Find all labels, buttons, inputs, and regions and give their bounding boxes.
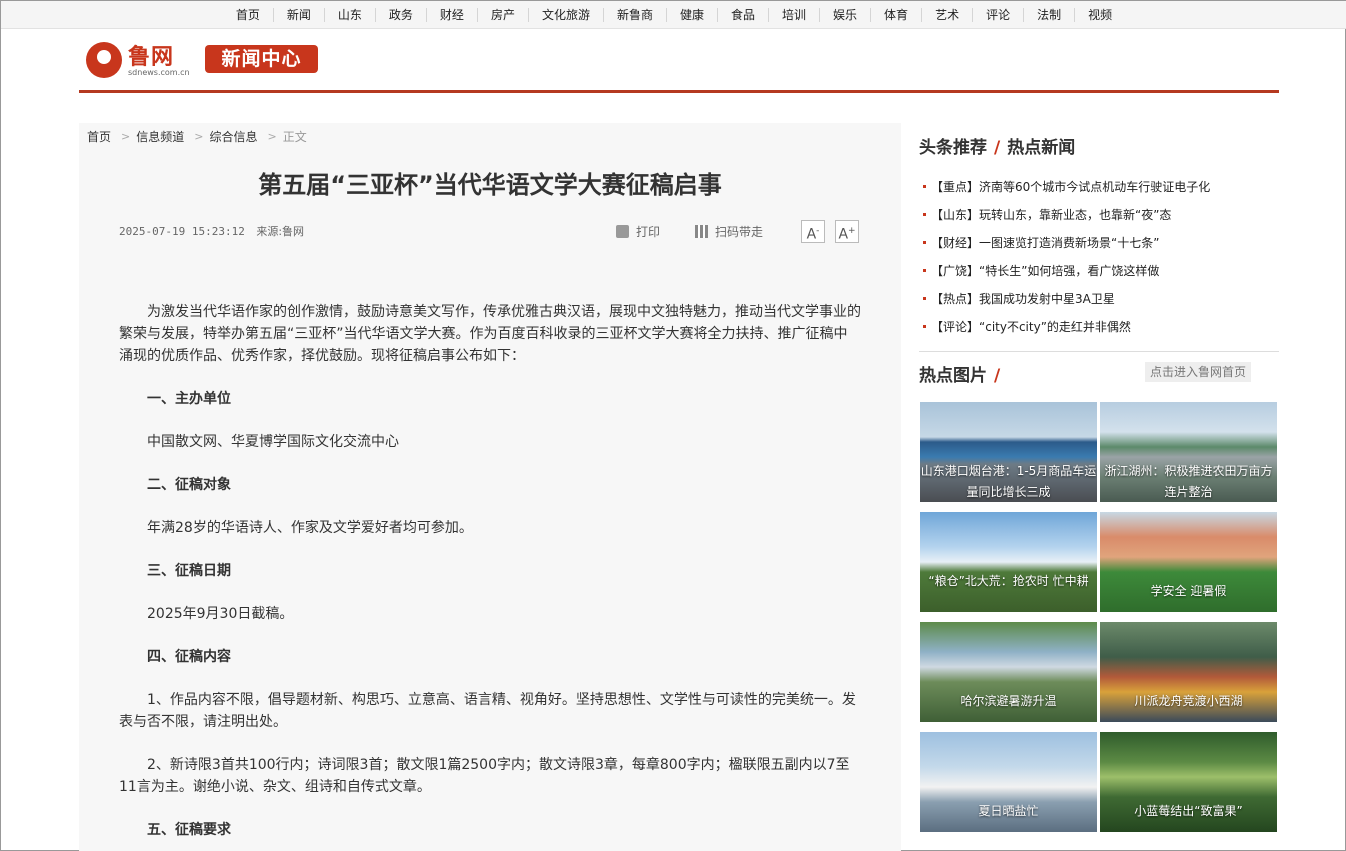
font-smaller-button[interactable]: A- — [801, 220, 825, 243]
article-source: 来源:鲁网 — [256, 225, 305, 238]
sidebar-divider — [919, 351, 1279, 352]
title-slash: / — [994, 138, 1001, 158]
article-body: 为激发当代华语作家的创作激情，鼓励诗意美文写作，传承优雅古典汉语，展现中文独特魅… — [119, 301, 861, 851]
hot-pics-label: 热点图片 — [919, 366, 987, 386]
article-paragraph: 2、新诗限3首共100行内；诗词限3首；散文限1篇2500字内；散文诗限3章，每… — [119, 757, 850, 795]
sidebar-news-title: 头条推荐 / 热点新闻 — [919, 133, 1075, 158]
print-label: 打印 — [636, 225, 661, 239]
title-slash: / — [994, 366, 1001, 386]
nav-item-video[interactable]: 视频 — [1075, 8, 1125, 22]
hot-pic-card[interactable]: 小蓝莓结出“致富果” — [1100, 732, 1277, 832]
hot-pic-card[interactable]: 川派龙舟竞渡小西湖 — [1100, 622, 1277, 722]
font-smaller-label: A — [806, 226, 817, 243]
breadcrumb-chevron-icon: > — [267, 130, 277, 143]
nav-item-law[interactable]: 法制 — [1024, 8, 1076, 22]
hot-news-item[interactable]: 【重点】济南等60个城市今试点机动车行驶证电子化 — [919, 175, 1279, 203]
breadcrumb-home[interactable]: 首页 — [87, 128, 111, 145]
breadcrumb-chevron-icon: > — [194, 130, 204, 143]
article-paragraph: 年满28岁的华语诗人、作家及文学爱好者均可参加。 — [147, 520, 473, 536]
breadcrumb-chevron-icon: > — [121, 130, 131, 143]
qr-label: 扫码带走 — [715, 225, 764, 239]
breadcrumb-current: 正文 — [282, 130, 307, 144]
hot-pic-card[interactable]: 山东港口烟台港：1-5月商品车运量同比增长三成 — [920, 402, 1097, 502]
hot-pic-card[interactable]: “粮仓”北大荒：抢农时 忙中耕 — [920, 512, 1097, 612]
hot-pic-card[interactable]: 学安全 迎暑假 — [1100, 512, 1277, 612]
nav-item-business[interactable]: 新鲁商 — [604, 8, 667, 22]
nav-item-culture-travel[interactable]: 文化旅游 — [529, 8, 604, 22]
logo-domain: sdnews.com.cn — [128, 68, 190, 77]
article-meta: 2025-07-19 15:23:12 来源:鲁网 — [119, 223, 304, 239]
nav-item-home[interactable]: 首页 — [223, 8, 274, 22]
nav-item-food[interactable]: 食品 — [718, 8, 770, 22]
nav-item-shandong[interactable]: 山东 — [325, 8, 376, 22]
section-heading: 二、征稿对象 — [147, 477, 231, 493]
site-header: 鲁网 sdnews.com.cn 新闻中心 — [79, 37, 1279, 93]
hot-news-item[interactable]: 【山东】玩转山东，靠新业态，也靠新“夜”态 — [919, 203, 1279, 231]
nav-item-sports[interactable]: 体育 — [871, 8, 923, 22]
hot-news-item[interactable]: 【热点】我国成功发射中星3A卫星 — [919, 287, 1279, 315]
site-logo[interactable]: 鲁网 sdnews.com.cn — [86, 39, 196, 81]
hot-news-tab[interactable]: 热点新闻 — [1007, 138, 1075, 158]
article-paragraph: 1、作品内容不限，倡导题材新、构思巧、立意高、语言精、视角好。坚持思想性、文学性… — [119, 692, 856, 730]
nav-item-news[interactable]: 新闻 — [274, 8, 325, 22]
qr-share-button[interactable]: 扫码带走 — [695, 223, 763, 240]
nav-item-health[interactable]: 健康 — [667, 8, 718, 22]
nav-item-finance[interactable]: 财经 — [427, 8, 478, 22]
top-nav-list: 首页 新闻 山东 政务 财经 房产 文化旅游 新鲁商 健康 食品 培训 娱乐 体… — [1, 1, 1346, 29]
hot-news-list: 【重点】济南等60个城市今试点机动车行驶证电子化 【山东】玩转山东，靠新业态，也靠… — [919, 175, 1279, 343]
nav-item-government[interactable]: 政务 — [376, 8, 427, 22]
nav-item-entertainment[interactable]: 娱乐 — [820, 8, 872, 22]
hot-pic-caption: 哈尔滨避暑游升温 — [960, 694, 1057, 708]
hot-pic-caption: 川派龙舟竞渡小西湖 — [1134, 694, 1243, 708]
logo-name: 鲁网 — [128, 45, 175, 70]
section-heading: 四、征稿内容 — [147, 649, 231, 665]
article-paragraph: 为激发当代华语作家的创作激情，鼓励诗意美文写作，传承优雅古典汉语，展现中文独特魅… — [119, 304, 861, 364]
article-paragraph: 中国散文网、华夏博学国际文化交流中心 — [147, 434, 399, 450]
section-heading: 三、征稿日期 — [147, 563, 231, 579]
article-datetime: 2025-07-19 15:23:12 — [119, 225, 245, 238]
hot-news-item[interactable]: 【评论】“city不city”的走红并非偶然 — [919, 315, 1279, 343]
breadcrumb-section[interactable]: 综合信息 — [209, 128, 257, 145]
hot-pic-card[interactable]: 哈尔滨避暑游升温 — [920, 622, 1097, 722]
hot-news-item[interactable]: 【财经】一图速览打造消费新场景“十七条” — [919, 231, 1279, 259]
printer-icon — [616, 225, 629, 238]
logo-mark-icon — [86, 42, 122, 78]
hot-pic-card[interactable]: 夏日晒盐忙 — [920, 732, 1097, 832]
section-heading: 五、征稿要求 — [147, 822, 231, 838]
breadcrumb: 首页 > 信息频道 > 综合信息 > 正文 — [87, 128, 307, 145]
top-nav: 首页 新闻 山东 政务 财经 房产 文化旅游 新鲁商 健康 食品 培训 娱乐 体… — [1, 1, 1346, 29]
nav-item-realestate[interactable]: 房产 — [478, 8, 529, 22]
print-button[interactable]: 打印 — [616, 223, 660, 240]
headline-tab[interactable]: 头条推荐 — [919, 138, 987, 158]
font-larger-button[interactable]: A+ — [835, 220, 859, 243]
channel-badge[interactable]: 新闻中心 — [205, 45, 318, 73]
hot-pic-caption: 浙江湖州：积极推进农田万亩方连片整治 — [1104, 464, 1273, 499]
hot-pic-caption: 夏日晒盐忙 — [978, 804, 1039, 818]
home-link-button[interactable]: 点击进入鲁网首页 — [1145, 362, 1251, 382]
hot-pic-caption: 学安全 迎暑假 — [1150, 584, 1227, 598]
article-title: 第五届“三亚杯”当代华语文学大赛征稿启事 — [258, 171, 722, 199]
article-paragraph: 2025年9月30日截稿。 — [147, 606, 294, 622]
qr-code-icon — [695, 225, 708, 238]
hot-pic-card[interactable]: 浙江湖州：积极推进农田万亩方连片整治 — [1100, 402, 1277, 502]
nav-item-comment[interactable]: 评论 — [973, 8, 1025, 22]
article-panel: 首页 > 信息频道 > 综合信息 > 正文 第五届“三亚杯”当代华语文学大赛征稿… — [79, 123, 901, 851]
section-heading: 一、主办单位 — [147, 391, 231, 407]
breadcrumb-channel[interactable]: 信息频道 — [136, 128, 184, 145]
nav-item-art[interactable]: 艺术 — [922, 8, 974, 22]
hot-pic-caption: 小蓝莓结出“致富果” — [1134, 804, 1243, 818]
nav-item-training[interactable]: 培训 — [769, 8, 821, 22]
font-larger-label: A — [838, 226, 849, 243]
hot-pic-caption: “粮仓”北大荒：抢农时 忙中耕 — [928, 574, 1089, 588]
hot-pic-caption: 山东港口烟台港：1-5月商品车运量同比增长三成 — [920, 464, 1097, 499]
hot-news-item[interactable]: 【广饶】“特长生”如何培强，看广饶这样做 — [919, 259, 1279, 287]
hot-pics-title: 热点图片 / — [919, 361, 1000, 386]
